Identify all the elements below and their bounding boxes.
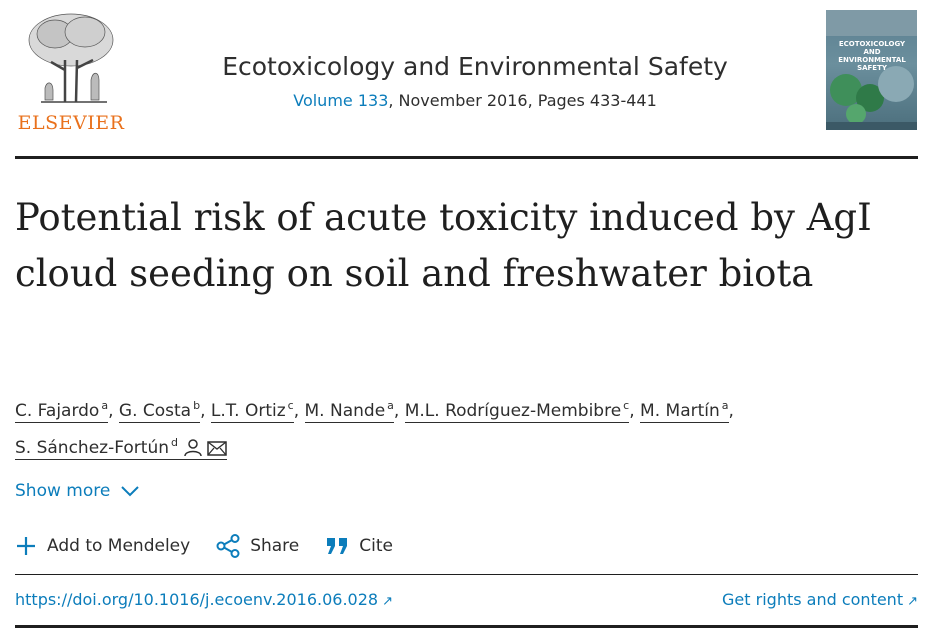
- header-divider: [15, 156, 918, 159]
- show-more-button[interactable]: Show more: [15, 481, 140, 501]
- plus-icon: [17, 537, 35, 555]
- elsevier-logo[interactable]: ELSEVIER: [15, 10, 127, 134]
- external-link-icon: ↗: [907, 594, 918, 609]
- article-header: ELSEVIER Ecotoxicology and Environmental…: [15, 8, 918, 134]
- volume-link[interactable]: Volume 133: [293, 91, 388, 110]
- add-to-mendeley-button[interactable]: Add to Mendeley: [15, 534, 190, 558]
- footer-divider: [15, 625, 918, 628]
- cover-title: ECOTOXICOLOGY AND ENVIRONMENTAL SAFETY: [838, 40, 906, 72]
- article-title: Potential risk of acute toxicity induced…: [15, 196, 872, 295]
- journal-info: Ecotoxicology and Environmental Safety V…: [175, 52, 775, 110]
- corresponding-author-link[interactable]: S. Sánchez-Fortún d: [15, 436, 228, 460]
- mendeley-label: Add to Mendeley: [47, 536, 191, 556]
- person-icon: [184, 439, 202, 457]
- rights-link[interactable]: Get rights and content ↗: [722, 590, 918, 609]
- elsevier-tree-icon: [28, 13, 114, 103]
- external-link-icon: ↗: [382, 594, 393, 609]
- article-actions: Add to Mendeley Share Cite: [15, 534, 393, 558]
- author-list: C. Fajardo a, G. Costa b, L.T. Ortiz c, M. …: [15, 399, 734, 460]
- quote-icon: [327, 538, 348, 554]
- cite-label: Cite: [359, 536, 393, 556]
- issue-details: , November 2016, Pages 433-441: [388, 91, 657, 110]
- author-link[interactable]: M. Martín a: [640, 399, 729, 423]
- share-icon: [216, 534, 240, 558]
- author-link[interactable]: L.T. Ortiz c: [210, 399, 294, 423]
- author-link[interactable]: C. Fajardo a: [15, 399, 109, 423]
- chevron-down-icon: [121, 486, 140, 497]
- actions-divider: [15, 574, 918, 575]
- issue-line: Volume 133, November 2016, Pages 433-441: [175, 91, 775, 110]
- share-button[interactable]: Share: [216, 534, 299, 558]
- doi-link[interactable]: https://doi.org/10.1016/j.ecoenv.2016.06…: [15, 590, 393, 609]
- journal-title[interactable]: Ecotoxicology and Environmental Safety: [175, 52, 775, 81]
- author-link[interactable]: G. Costa b: [118, 399, 201, 423]
- email-icon: [207, 441, 228, 456]
- cite-button[interactable]: Cite: [325, 534, 393, 558]
- journal-cover-image[interactable]: ECOTOXICOLOGY AND ENVIRONMENTAL SAFETY: [826, 10, 917, 130]
- share-label: Share: [250, 536, 300, 556]
- author-link[interactable]: M.L. Rodríguez-Membibre c: [404, 399, 630, 423]
- show-more-label: Show more: [15, 481, 111, 501]
- author-link[interactable]: M. Nande a: [304, 399, 394, 423]
- elsevier-wordmark: ELSEVIER: [17, 112, 125, 134]
